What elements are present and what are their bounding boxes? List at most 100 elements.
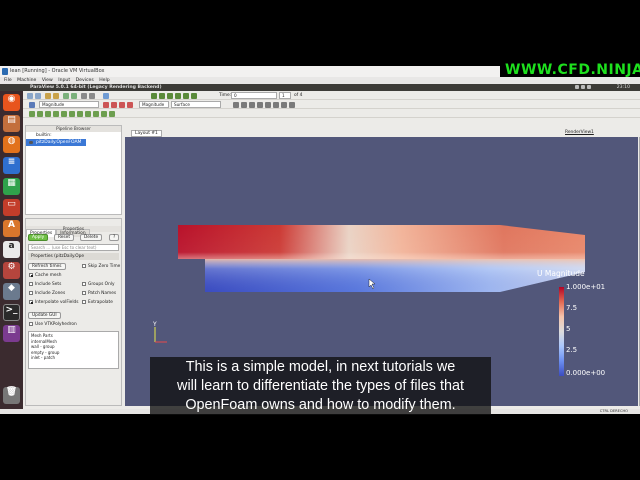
cache-mesh-checkbox[interactable] xyxy=(29,273,33,277)
interpolate-volfields-checkbox[interactable] xyxy=(29,300,33,304)
colorbar[interactable] xyxy=(559,287,564,376)
properties-panel: PropertiesInformation Properties Apply R… xyxy=(25,218,122,406)
clip-icon[interactable] xyxy=(45,110,51,117)
polyhedron-checkbox[interactable] xyxy=(29,322,33,326)
libreoffice-calc-icon[interactable]: ▦ xyxy=(3,178,20,195)
camera-redo-icon[interactable] xyxy=(89,92,95,99)
software-center-icon[interactable]: A xyxy=(3,220,20,237)
workspace-icon[interactable]: ▥ xyxy=(3,325,20,342)
threshold-icon[interactable] xyxy=(61,110,67,117)
unity-launcher: ◉ ▤ ◍ ≡ ▦ ▭ A a ⚙ ◆ >_ ▥ 🗑 xyxy=(0,91,23,409)
update-gui-button[interactable]: Update GUI xyxy=(28,312,61,319)
paraview-icon[interactable]: ◆ xyxy=(3,283,20,300)
pipeline-item-builtin[interactable]: builtin: xyxy=(26,132,121,139)
rescale-icon[interactable] xyxy=(103,101,109,108)
open-icon[interactable] xyxy=(27,92,33,99)
subtitle-caption: This is a simple model, in next tutorial… xyxy=(150,357,491,415)
cache-mesh-label: Cache mesh xyxy=(35,272,62,278)
keyboard-icon[interactable] xyxy=(581,85,585,89)
clock[interactable]: 23:10 xyxy=(617,85,630,90)
frame-spinbox[interactable]: 1 xyxy=(279,92,291,99)
slice-icon[interactable] xyxy=(53,110,59,117)
pipeline-item-pitzdaily[interactable]: pitzDaily.OpenFOAM xyxy=(26,139,86,146)
mesh-part-item[interactable]: inlet - patch xyxy=(31,355,116,361)
extract-subset-icon[interactable] xyxy=(69,110,75,117)
view-y-minus-icon[interactable] xyxy=(273,101,279,108)
loop-icon[interactable] xyxy=(191,92,197,99)
save-icon[interactable] xyxy=(35,92,41,99)
view-y-plus-icon[interactable] xyxy=(265,101,271,108)
warp-icon[interactable] xyxy=(93,110,99,117)
contour-icon[interactable] xyxy=(37,110,43,117)
include-zones-checkbox[interactable] xyxy=(29,291,33,295)
last-frame-icon[interactable] xyxy=(183,92,189,99)
trash-icon[interactable]: 🗑 xyxy=(3,387,20,404)
menu-file[interactable]: File xyxy=(4,77,12,84)
mesh-parts-list[interactable]: Mesh Parts internalMesh wall - group emp… xyxy=(28,331,119,369)
menu-input[interactable]: Input xyxy=(58,77,70,84)
rescale-over-time-icon[interactable] xyxy=(119,101,125,108)
custom-range-icon[interactable] xyxy=(111,101,117,108)
menu-view[interactable]: View xyxy=(42,77,53,84)
menu-devices[interactable]: Devices xyxy=(76,77,94,84)
amazon-icon[interactable]: a xyxy=(3,241,20,258)
extrapolate-checkbox[interactable] xyxy=(82,300,86,304)
pipeline-browser: Pipeline Browser builtin: pitzDaily.Open… xyxy=(25,125,122,215)
calculator-icon[interactable] xyxy=(29,110,35,117)
patch-names-checkbox[interactable] xyxy=(82,291,86,295)
time-input[interactable]: 0 xyxy=(231,92,277,99)
firefox-icon[interactable]: ◍ xyxy=(3,136,20,153)
system-settings-icon[interactable]: ⚙ xyxy=(3,262,20,279)
next-frame-icon[interactable] xyxy=(175,92,181,99)
volume-icon[interactable] xyxy=(587,85,591,89)
layout-tab[interactable]: Layout #1 xyxy=(131,130,162,137)
colorbar-tick: 2.5 xyxy=(566,346,578,354)
groups-only-checkbox[interactable] xyxy=(82,282,86,286)
menu-machine[interactable]: Machine xyxy=(17,77,36,84)
toggle-color-legend-icon[interactable] xyxy=(29,101,35,108)
libreoffice-writer-icon[interactable]: ≡ xyxy=(3,157,20,174)
terminal-icon[interactable]: >_ xyxy=(3,304,20,321)
view-x-minus-icon[interactable] xyxy=(257,101,263,108)
render-view-label[interactable]: RenderView1 xyxy=(565,130,594,135)
disconnect-icon[interactable] xyxy=(53,92,59,99)
properties-search-input[interactable]: Search ... (use Esc to clear text) xyxy=(28,244,119,251)
color-by-select[interactable]: Magnitude xyxy=(39,101,99,108)
skip-zero-checkbox[interactable] xyxy=(82,264,86,268)
menu-help[interactable]: Help xyxy=(99,77,109,84)
group-icon[interactable] xyxy=(101,110,107,117)
view-z-minus-icon[interactable] xyxy=(289,101,295,108)
vbox-title: lean [Running] - Oracle VM VirtualBox xyxy=(10,68,105,74)
glyph-icon[interactable] xyxy=(77,110,83,117)
first-frame-icon[interactable] xyxy=(151,92,157,99)
stream-tracer-icon[interactable] xyxy=(85,110,91,117)
play-icon[interactable] xyxy=(167,92,173,99)
redo-icon[interactable] xyxy=(71,92,77,99)
reset-camera-icon[interactable] xyxy=(233,101,239,108)
system-tray[interactable] xyxy=(575,85,605,90)
previous-frame-icon[interactable] xyxy=(159,92,165,99)
apply-button[interactable]: Apply xyxy=(28,234,49,241)
delete-button[interactable]: Delete xyxy=(80,234,103,241)
color-component-select[interactable]: Magnitude xyxy=(139,101,169,108)
help-icon[interactable] xyxy=(103,92,109,99)
libreoffice-impress-icon[interactable]: ▭ xyxy=(3,199,20,216)
edit-colormap-icon[interactable] xyxy=(127,101,133,108)
camera-undo-icon[interactable] xyxy=(81,92,87,99)
zoom-to-data-icon[interactable] xyxy=(241,101,247,108)
extract-level-icon[interactable] xyxy=(109,110,115,117)
connect-icon[interactable] xyxy=(45,92,51,99)
view-x-plus-icon[interactable] xyxy=(249,101,255,108)
refresh-times-button[interactable]: Refresh times xyxy=(28,263,66,270)
view-z-plus-icon[interactable] xyxy=(281,101,287,108)
ubuntu-dash-icon[interactable]: ◉ xyxy=(3,94,20,111)
representation-select[interactable]: Surface xyxy=(171,101,221,108)
include-sets-checkbox[interactable] xyxy=(29,282,33,286)
network-icon[interactable] xyxy=(575,85,579,89)
properties-section-header[interactable]: Properties (pitzDaily.Ope xyxy=(28,253,119,260)
reset-button[interactable]: Reset xyxy=(54,234,75,241)
eye-icon[interactable] xyxy=(29,141,33,144)
help-button[interactable]: ? xyxy=(109,234,120,241)
undo-icon[interactable] xyxy=(63,92,69,99)
files-icon[interactable]: ▤ xyxy=(3,115,20,132)
